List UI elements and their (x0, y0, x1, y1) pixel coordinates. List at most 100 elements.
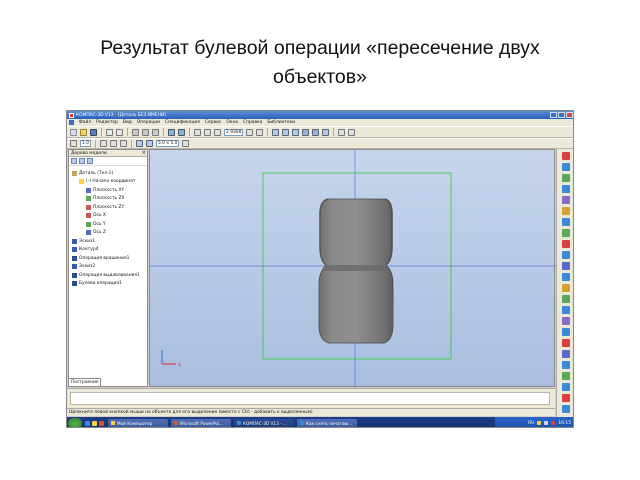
compact-toolbar-icon[interactable] (561, 350, 570, 358)
scale-field[interactable]: 5.0 x 5.0 (155, 140, 180, 147)
close-button[interactable] (566, 112, 573, 118)
compact-toolbar-icon[interactable] (561, 262, 570, 270)
tree-node[interactable]: Деталь (Тел-1) (69, 169, 147, 178)
browser-icon[interactable] (85, 420, 90, 426)
undo-icon[interactable] (168, 128, 175, 136)
view-icon[interactable] (145, 140, 153, 147)
zoom-field[interactable]: 2.9308 (224, 128, 244, 136)
compact-toolbar-icon[interactable] (561, 152, 570, 160)
zoom-out-icon[interactable] (204, 128, 211, 136)
taskbar-button[interactable]: Как снять печатаю... (297, 418, 357, 427)
compact-toolbar-icon[interactable] (561, 328, 570, 336)
menu-libraries[interactable]: Библиотеки (267, 120, 295, 125)
media-icon[interactable] (99, 420, 104, 426)
explorer-icon[interactable] (92, 420, 97, 426)
tree-node[interactable]: Эскиз1 (69, 237, 147, 246)
shaded-icon[interactable] (302, 128, 310, 136)
compact-toolbar-icon[interactable] (561, 229, 570, 237)
local-cs-icon[interactable] (99, 140, 107, 147)
compact-toolbar-icon[interactable] (561, 383, 570, 391)
compact-toolbar-icon[interactable] (561, 207, 570, 215)
3d-viewport[interactable]: x (149, 149, 556, 388)
taskbar-button[interactable]: Microsoft PowerPoi... (171, 418, 231, 427)
tree-node[interactable]: Эскиз2 (69, 263, 147, 272)
save-icon[interactable] (90, 128, 97, 136)
shaded-edges-icon[interactable] (312, 128, 320, 136)
tree-node[interactable]: Плоскость ZX (69, 195, 147, 204)
grid-step-icon[interactable] (70, 140, 77, 147)
step-field[interactable]: 1.0 (80, 140, 91, 147)
wireframe-icon[interactable] (282, 128, 290, 136)
start-button[interactable] (68, 417, 82, 427)
security-icon[interactable] (551, 421, 556, 425)
menu-file[interactable]: Файл (79, 120, 91, 125)
tab-construction[interactable]: Построение (69, 378, 101, 386)
layer-icon[interactable] (135, 140, 143, 147)
menu-editor[interactable]: Редактор (96, 120, 118, 125)
hidden-lines-icon[interactable] (292, 128, 300, 136)
tree-node[interactable]: Ось Z (69, 229, 147, 238)
compact-toolbar-icon[interactable] (561, 317, 570, 325)
minimize-button[interactable] (550, 112, 557, 118)
tree-view-icon[interactable] (87, 158, 93, 164)
tree-node[interactable]: (-) Начало координат (69, 178, 147, 187)
properties-icon[interactable] (338, 128, 346, 136)
compact-toolbar-icon[interactable] (561, 273, 570, 281)
compact-toolbar-icon[interactable] (561, 394, 570, 402)
tree-node[interactable]: Плоскость ZY (69, 203, 147, 212)
preview-icon[interactable] (116, 128, 123, 136)
open-folder-icon[interactable] (80, 128, 87, 136)
menu-operations[interactable]: Операции (137, 120, 160, 125)
snap-icon[interactable] (109, 140, 117, 147)
tree-node[interactable]: Ось Y (69, 220, 147, 229)
menu-help[interactable]: Справка (243, 120, 262, 125)
help-icon[interactable] (348, 128, 356, 136)
taskbar-button[interactable]: КОМПАС-3D V13 - ... (234, 418, 294, 427)
paste-icon[interactable] (152, 128, 159, 136)
compact-toolbar-icon[interactable] (561, 405, 570, 413)
compact-toolbar-icon[interactable] (561, 251, 570, 259)
new-file-icon[interactable] (70, 128, 77, 136)
compact-toolbar-icon[interactable] (561, 372, 570, 380)
close-icon[interactable]: × (142, 150, 146, 156)
network-icon[interactable] (537, 421, 542, 425)
zoom-window-icon[interactable] (214, 128, 221, 136)
copy-icon[interactable] (142, 128, 149, 136)
tree-filter-icon[interactable] (79, 158, 85, 164)
compact-toolbar-icon[interactable] (561, 361, 570, 369)
redo-icon[interactable] (178, 128, 185, 136)
compact-toolbar-icon[interactable] (561, 196, 570, 204)
compact-toolbar-icon[interactable] (561, 284, 570, 292)
ortho-icon[interactable] (119, 140, 127, 147)
cut-icon[interactable] (132, 128, 139, 136)
compact-toolbar-icon[interactable] (561, 295, 570, 303)
tree-node[interactable]: Ось X (69, 212, 147, 221)
cursor-icon[interactable] (182, 140, 190, 147)
tree-node[interactable]: Контур4 (69, 246, 147, 255)
language-indicator[interactable]: RU (528, 421, 534, 426)
zoom-in-icon[interactable] (194, 128, 201, 136)
tree-sort-icon[interactable] (71, 158, 77, 164)
tree-node[interactable]: Операция вращения1 (69, 254, 147, 263)
maximize-button[interactable] (558, 112, 565, 118)
perspective-icon[interactable] (322, 128, 330, 136)
compact-toolbar-icon[interactable] (561, 174, 570, 182)
compact-toolbar-icon[interactable] (561, 240, 570, 248)
menu-window[interactable]: Окно (226, 120, 238, 125)
orientation-icon[interactable] (272, 128, 280, 136)
pan-icon[interactable] (246, 128, 254, 136)
menu-service[interactable]: Сервис (205, 120, 221, 125)
print-icon[interactable] (106, 128, 113, 136)
taskbar-button[interactable]: Мой Компьютер (108, 418, 168, 427)
menu-specification[interactable]: Спецификация (165, 120, 200, 125)
tree-node[interactable]: Плоскость XY (69, 186, 147, 195)
tree-node[interactable]: Операция выдавливания1 (69, 271, 147, 280)
compact-toolbar-icon[interactable] (561, 218, 570, 226)
compact-toolbar-icon[interactable] (561, 339, 570, 347)
rotate-icon[interactable] (256, 128, 264, 136)
volume-icon[interactable] (544, 421, 549, 425)
menu-view[interactable]: Вид (123, 120, 132, 125)
compact-toolbar-icon[interactable] (561, 185, 570, 193)
compact-toolbar-icon[interactable] (561, 306, 570, 314)
tree-node[interactable]: Булева операция1 (69, 280, 147, 289)
